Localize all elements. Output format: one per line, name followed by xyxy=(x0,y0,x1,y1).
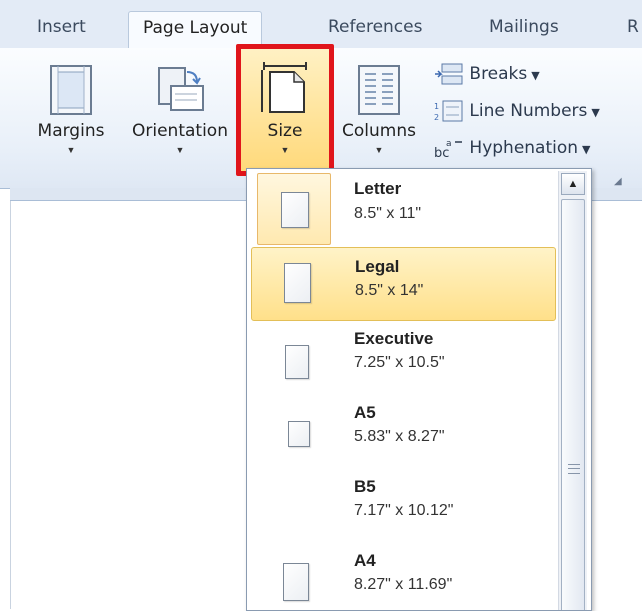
icon-container xyxy=(257,545,331,610)
document-left-edge xyxy=(10,201,11,609)
icon-container xyxy=(257,401,331,473)
size-option-dimensions: 8.5" x 14" xyxy=(355,282,424,299)
page-icon xyxy=(281,192,309,228)
size-option-b5[interactable]: B5 7.17" x 10.12" xyxy=(251,475,556,549)
dialog-launcher-icon[interactable]: ◢ xyxy=(614,176,622,187)
size-option-dimensions: 7.25" x 10.5" xyxy=(354,354,445,371)
svg-text:a: a xyxy=(446,139,452,149)
caret-down-icon: ▼ xyxy=(591,106,600,119)
chevron-down-icon: ▼ xyxy=(66,145,76,155)
tab-page-layout[interactable]: Page Layout xyxy=(128,11,263,48)
orientation-label: Orientation xyxy=(132,121,228,141)
dropdown-scrollbar[interactable]: ▲ xyxy=(558,171,587,610)
size-option-name: Executive xyxy=(354,329,434,348)
columns-label: Columns xyxy=(342,121,416,141)
page-icon xyxy=(283,563,309,601)
chevron-down-icon: ▼ xyxy=(280,145,290,155)
line-numbers-icon: 1 2 xyxy=(434,100,463,122)
size-option-name: Legal xyxy=(355,257,400,276)
hyphenation-button[interactable]: bc a Hyphenation ▼ xyxy=(434,137,591,161)
columns-icon xyxy=(358,65,400,115)
caret-down-icon: ▼ xyxy=(582,143,591,156)
line-numbers-label: Line Numbers xyxy=(469,101,588,121)
size-option-dimensions: 8.27" x 11.69" xyxy=(354,576,453,593)
page-icon xyxy=(285,345,309,379)
tab-mailings[interactable]: Mailings xyxy=(489,17,559,37)
size-option-a4[interactable]: A4 8.27" x 11.69" xyxy=(251,545,556,610)
orientation-icon xyxy=(158,67,204,111)
caret-down-icon: ▼ xyxy=(531,69,540,82)
chevron-down-icon: ▼ xyxy=(374,145,384,155)
icon-container xyxy=(257,327,331,399)
breaks-label: Breaks xyxy=(469,64,528,84)
size-option-letter[interactable]: Letter 8.5" x 11" xyxy=(251,173,556,247)
margins-label: Margins xyxy=(37,121,105,141)
size-option-name: A4 xyxy=(354,551,376,570)
size-option-a5[interactable]: A5 5.83" x 8.27" xyxy=(251,401,556,475)
breaks-button[interactable]: Breaks ▼ xyxy=(434,63,540,85)
size-label: Size xyxy=(267,121,303,141)
columns-button[interactable]: Columns ▼ xyxy=(334,64,424,155)
hyphenation-label: Hyphenation xyxy=(469,138,579,158)
orientation-button[interactable]: Orientation ▼ xyxy=(124,64,236,155)
svg-text:2: 2 xyxy=(434,113,439,122)
size-option-name: Letter xyxy=(354,179,402,198)
selected-indicator xyxy=(257,173,331,245)
line-numbers-button[interactable]: 1 2 Line Numbers ▼ xyxy=(434,100,600,122)
tab-review-partial[interactable]: R xyxy=(627,17,639,37)
size-option-name: A5 xyxy=(354,403,376,422)
scroll-up-arrow-icon[interactable]: ▲ xyxy=(561,173,585,195)
page-icon xyxy=(284,263,311,303)
svg-text:1: 1 xyxy=(434,102,439,111)
ribbon-tab-strip: Insert Page Layout References Mailings R xyxy=(0,0,642,49)
hyphenation-icon: bc a xyxy=(434,139,462,161)
size-button[interactable]: Size ▼ xyxy=(241,60,329,155)
size-option-dimensions: 7.17" x 10.12" xyxy=(354,502,454,519)
breaks-icon xyxy=(435,63,463,85)
size-option-executive[interactable]: Executive 7.25" x 10.5" xyxy=(251,327,556,401)
page-size-dropdown: Letter 8.5" x 11" Legal 8.5" x 14" Execu… xyxy=(246,168,592,611)
icon-container xyxy=(258,248,332,320)
tab-insert[interactable]: Insert xyxy=(37,17,86,37)
grip-icon xyxy=(568,464,580,474)
chevron-down-icon: ▼ xyxy=(175,145,185,155)
margins-icon xyxy=(50,65,92,115)
size-option-legal[interactable]: Legal 8.5" x 14" xyxy=(251,247,556,321)
size-option-dimensions: 5.83" x 8.27" xyxy=(354,428,445,445)
size-option-name: B5 xyxy=(354,477,376,496)
margins-button[interactable]: Margins ▼ xyxy=(30,64,112,155)
page-size-icon xyxy=(261,62,307,113)
scrollbar-thumb[interactable] xyxy=(561,199,585,610)
size-option-dimensions: 8.5" x 11" xyxy=(354,205,422,222)
tab-references[interactable]: References xyxy=(328,17,422,37)
page-icon xyxy=(288,421,310,447)
